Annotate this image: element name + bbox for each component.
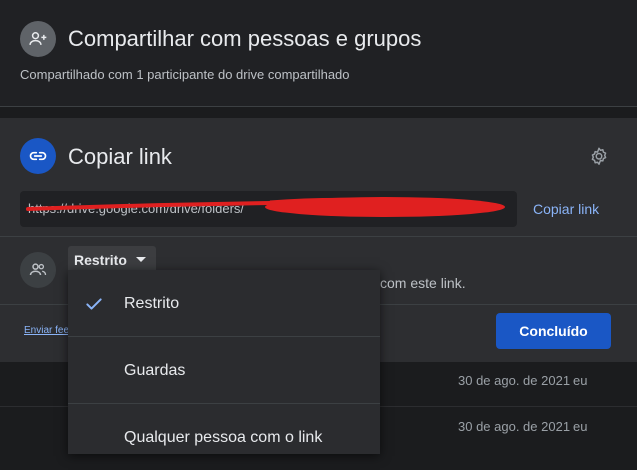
check-icon <box>86 298 102 310</box>
copy-link-title: Copiar link <box>68 144 172 169</box>
access-level-menu: Restrito Guardas Qualquer pessoa com o l… <box>68 270 380 454</box>
modified-date: 30 de ago. de 2021 <box>458 419 571 434</box>
section-divider <box>0 236 637 237</box>
done-button[interactable]: Concluído <box>496 313 611 349</box>
menu-item-restricted[interactable]: Restrito <box>68 270 380 336</box>
owner-label: eu <box>573 373 588 388</box>
menu-item-label: Guardas <box>124 362 186 379</box>
link-url-field[interactable]: https://drive.google.com/drive/folders/ <box>20 191 517 227</box>
person-add-icon <box>20 21 56 57</box>
share-subtitle: Compartilhado com 1 participante do driv… <box>20 67 350 82</box>
menu-item-anyone-with-link[interactable]: Qualquer pessoa com o link <box>68 404 380 470</box>
share-people-panel[interactable]: Compartilhar com pessoas e grupos Compar… <box>0 0 637 107</box>
people-icon <box>20 252 56 288</box>
access-level-label: Restrito <box>74 252 127 268</box>
modified-date: 30 de ago. de 2021 <box>458 373 571 388</box>
access-description: com este link. <box>380 275 466 291</box>
chevron-down-icon <box>136 257 146 262</box>
gear-icon[interactable] <box>588 146 610 168</box>
link-url-text: https://drive.google.com/drive/folders/ <box>28 201 245 216</box>
owner-label: eu <box>573 419 588 434</box>
share-title: Compartilhar com pessoas e grupos <box>68 26 422 51</box>
menu-item-guardas[interactable]: Guardas <box>68 337 380 403</box>
link-icon <box>20 138 56 174</box>
menu-item-label: Qualquer pessoa com o link <box>124 429 323 446</box>
menu-item-label: Restrito <box>124 295 180 312</box>
copy-link-button[interactable]: Copiar link <box>533 201 599 217</box>
send-feedback-link[interactable]: Enviar fee <box>24 325 69 336</box>
